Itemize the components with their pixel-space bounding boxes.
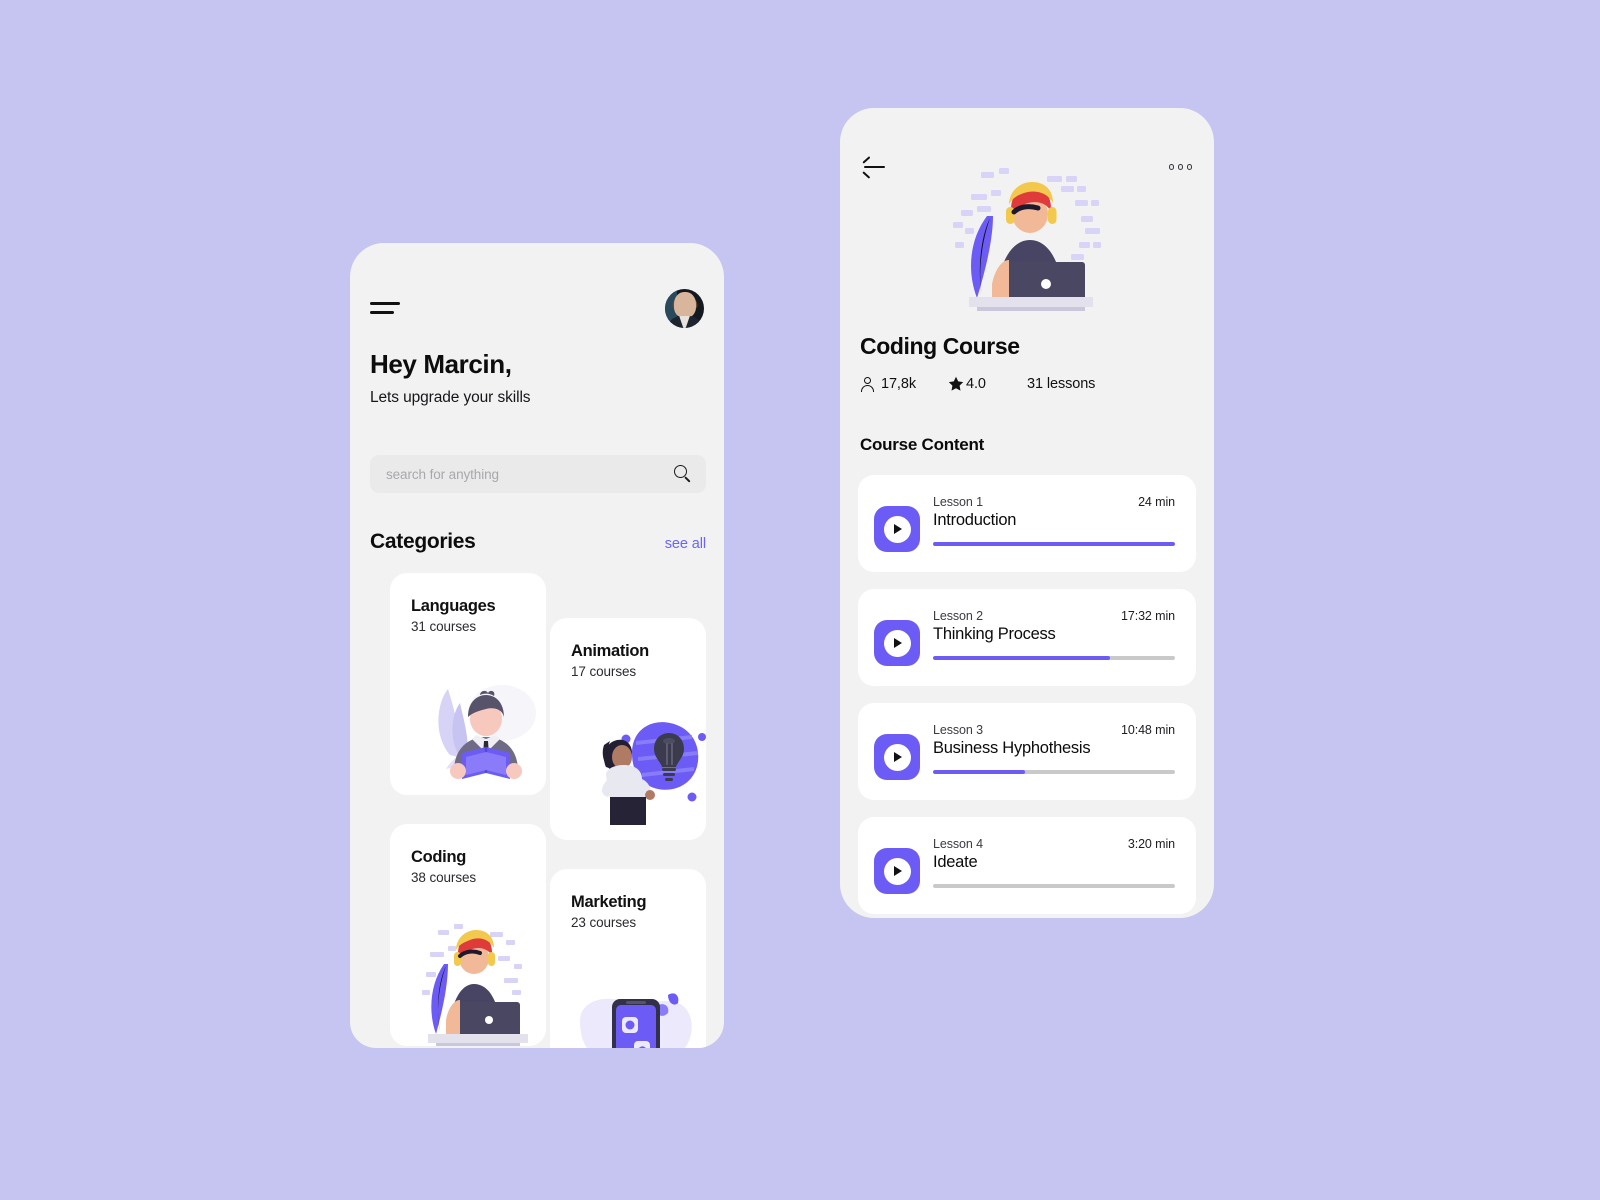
categories-title: Categories xyxy=(370,530,476,553)
search-icon[interactable] xyxy=(674,465,692,483)
course-title: Coding Course xyxy=(860,333,1020,359)
back-arrow-icon[interactable] xyxy=(862,156,886,179)
category-card-languages[interactable]: Languages 31 courses xyxy=(390,573,546,795)
category-course-count: 31 courses xyxy=(411,619,477,634)
course-stats: 17,8k 4.0 31 lessons xyxy=(860,376,1095,392)
page-title: Hey Marcin, xyxy=(370,349,512,379)
students-stat: 17,8k xyxy=(860,376,948,392)
lesson-progress-fill xyxy=(933,542,1175,546)
lesson-number: Lesson 1 xyxy=(933,495,983,509)
lesson-list: Lesson 1 24 min Introduction Lesson 2 17… xyxy=(858,475,1196,918)
lessons-count: 31 lessons xyxy=(1027,376,1096,392)
lesson-number: Lesson 2 xyxy=(933,609,983,623)
course-content-title: Course Content xyxy=(860,435,984,454)
play-icon[interactable] xyxy=(874,734,920,780)
lesson-number: Lesson 4 xyxy=(933,837,983,851)
rating-value: 4.0 xyxy=(966,376,986,392)
see-all-link[interactable]: see all xyxy=(665,536,706,552)
category-title: Languages xyxy=(411,597,496,615)
search-input[interactable]: search for anything xyxy=(370,455,706,493)
person-icon xyxy=(860,376,875,392)
category-card-coding[interactable]: Coding 38 courses xyxy=(390,824,546,1046)
course-detail-screen: Coding Course 17,8k 4.0 31 lessons Cours… xyxy=(840,108,1214,918)
lesson-number: Lesson 3 xyxy=(933,723,983,737)
lesson-progress-bar xyxy=(933,884,1175,888)
home-topbar xyxy=(350,288,724,328)
category-course-count: 23 courses xyxy=(571,915,637,930)
lesson-duration: 24 min xyxy=(1138,495,1175,509)
developer-at-laptop-icon xyxy=(422,924,528,1046)
lesson-progress-bar xyxy=(933,770,1175,774)
search-placeholder: search for anything xyxy=(386,466,499,482)
categories-header: Categories see all xyxy=(370,530,706,554)
lesson-duration: 10:48 min xyxy=(1121,723,1175,737)
category-course-count: 17 courses xyxy=(571,664,637,679)
developer-at-laptop-hero-icon xyxy=(953,168,1101,311)
category-card-marketing[interactable]: Marketing 23 courses xyxy=(550,869,706,1048)
lesson-duration: 17:32 min xyxy=(1121,609,1175,623)
lesson-name: Introduction xyxy=(933,511,1017,529)
list-item[interactable]: Lesson 4 3:20 min Ideate xyxy=(858,817,1196,914)
category-card-animation[interactable]: Animation 17 courses xyxy=(550,618,706,840)
category-title: Animation xyxy=(571,642,649,660)
woman-with-lightbulb-icon xyxy=(602,722,706,825)
play-icon[interactable] xyxy=(874,620,920,666)
page-subtitle: Lets upgrade your skills xyxy=(370,389,531,406)
play-icon[interactable] xyxy=(874,848,920,894)
lesson-progress-bar xyxy=(933,656,1175,660)
lesson-progress-fill xyxy=(933,656,1110,660)
list-item[interactable]: Lesson 2 17:32 min Thinking Process xyxy=(858,589,1196,686)
list-item[interactable]: Lesson 1 24 min Introduction xyxy=(858,475,1196,572)
students-count: 17,8k xyxy=(881,376,916,392)
play-icon[interactable] xyxy=(874,506,920,552)
lesson-progress-bar xyxy=(933,542,1175,546)
list-item[interactable]: Lesson 3 10:48 min Business Hyphothesis xyxy=(858,703,1196,800)
rating-stat: 4.0 xyxy=(948,376,1027,392)
smartphone-social-apps-icon xyxy=(580,993,692,1048)
lessons-stat: 31 lessons xyxy=(1027,376,1095,392)
lesson-duration: 3:20 min xyxy=(1127,837,1175,851)
category-title: Marketing xyxy=(571,893,647,911)
lesson-name: Ideate xyxy=(933,853,978,871)
lesson-name: Thinking Process xyxy=(933,625,1056,643)
home-screen: Hey Marcin, Lets upgrade your skills sea… xyxy=(350,243,724,1048)
star-icon xyxy=(948,376,964,391)
lesson-name: Business Hyphothesis xyxy=(933,739,1091,757)
course-topbar xyxy=(840,156,1214,179)
hamburger-icon[interactable] xyxy=(370,299,400,317)
avatar[interactable] xyxy=(665,288,704,328)
man-reading-book-icon xyxy=(438,685,536,779)
category-course-count: 38 courses xyxy=(411,870,477,885)
category-title: Coding xyxy=(411,848,467,866)
greeting-block: Hey Marcin, Lets upgrade your skills xyxy=(370,349,531,407)
lesson-progress-fill xyxy=(933,770,1025,774)
more-options-icon[interactable] xyxy=(1168,164,1192,170)
